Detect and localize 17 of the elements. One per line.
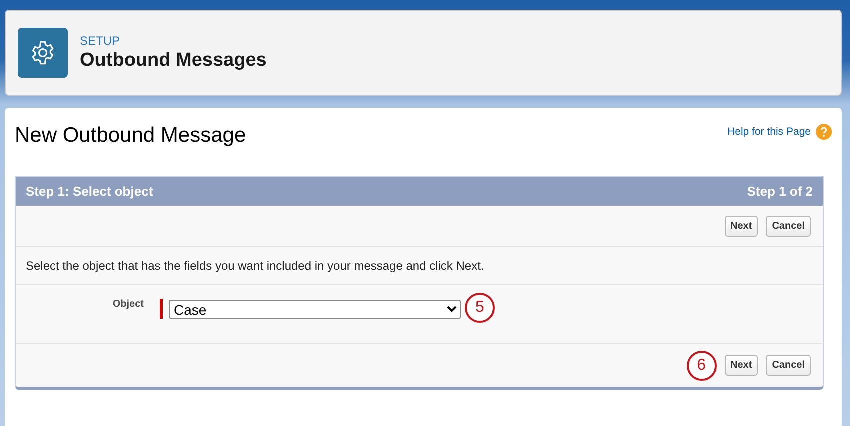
cancel-button[interactable]: Cancel xyxy=(766,355,811,376)
breadcrumb-label: SETUP xyxy=(80,34,122,48)
instruction-text: Select the object that has the fields you want included in your message and click Next. xyxy=(16,247,823,285)
field-label: Object xyxy=(112,298,144,310)
help-link[interactable]: Help for this Page xyxy=(728,126,811,138)
gear-icon xyxy=(18,28,68,78)
step-indicator: Step 1 of 2 xyxy=(747,184,813,199)
help-icon[interactable] xyxy=(816,124,832,140)
next-button[interactable]: Next xyxy=(724,216,758,236)
page-title: New Outbound Message xyxy=(15,124,246,148)
section-title: Step 1: Select object xyxy=(26,184,154,199)
cancel-button[interactable]: Cancel xyxy=(766,216,811,236)
step-callout: 6 xyxy=(686,350,717,380)
step-callout: 5 xyxy=(465,293,495,323)
object-dropdown[interactable]: Case xyxy=(169,300,461,318)
page-header-title: Outbound Messages xyxy=(80,50,267,72)
next-button[interactable]: Next xyxy=(724,355,758,376)
